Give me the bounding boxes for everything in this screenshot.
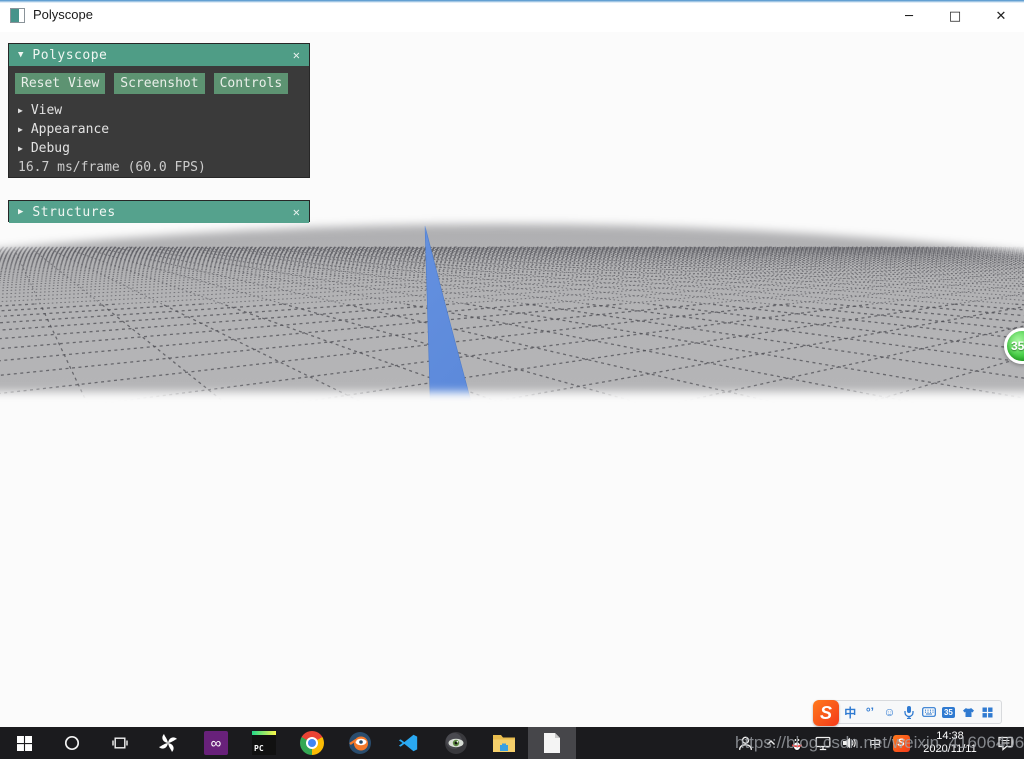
recorder-count: 35 — [1011, 339, 1024, 353]
emoji-icon[interactable]: ☺ — [882, 703, 897, 721]
taskbar-apps: ∞ PC — [0, 727, 576, 759]
hidden-icons-chevron[interactable] — [758, 727, 784, 759]
volume-tray-icon[interactable] — [836, 727, 862, 759]
chrome-icon — [300, 731, 324, 755]
blender-button[interactable] — [336, 727, 384, 759]
badge-35-label: 35 — [942, 707, 955, 718]
taskbar-clock[interactable]: 14:38 2020/11/11 — [914, 730, 986, 756]
visual-studio-icon: ∞ — [204, 731, 228, 755]
sogou-tray-icon[interactable]: S — [888, 727, 914, 759]
polyscope-panel-body: Reset View Screenshot Controls ▶ View ▶ … — [9, 66, 309, 177]
structures-panel-title: Structures — [32, 205, 292, 220]
pycharm-icon: PC — [252, 731, 276, 755]
chrome-button[interactable] — [288, 727, 336, 759]
window-accent-border — [0, 0, 1024, 3]
polyscope-panel-title: Polyscope — [32, 48, 292, 63]
screenshot-button[interactable]: Screenshot — [114, 73, 204, 94]
pycharm-label: PC — [252, 744, 264, 755]
people-icon[interactable] — [732, 727, 758, 759]
expand-arrow-icon[interactable]: ▶ — [18, 106, 23, 115]
clock-time: 14:38 — [914, 730, 986, 743]
desktop: Polyscope ─ □ ✕ — [0, 0, 1024, 759]
tree-item-debug[interactable]: ▶ Debug — [15, 139, 303, 158]
collapse-arrow-icon[interactable]: ▼ — [18, 50, 23, 60]
minimize-button[interactable]: ─ — [886, 0, 932, 32]
panel-button-row: Reset View Screenshot Controls — [15, 73, 303, 94]
search-ring-icon — [64, 735, 80, 751]
expand-arrow-icon[interactable]: ▶ — [18, 144, 23, 153]
file-explorer-button[interactable] — [480, 727, 528, 759]
display-tray-icon[interactable] — [810, 727, 836, 759]
microphone-icon[interactable] — [902, 703, 917, 721]
polyscope-panel-header[interactable]: ▼ Polyscope ✕ — [9, 44, 309, 66]
tree-item-label: View — [31, 103, 62, 118]
eye-app-button[interactable] — [432, 727, 480, 759]
windows-taskbar: ∞ PC — [0, 727, 1024, 759]
vs-glyph: ∞ — [211, 735, 222, 752]
search-button[interactable] — [48, 727, 96, 759]
visual-studio-button[interactable]: ∞ — [192, 727, 240, 759]
eye-orb-icon — [444, 731, 468, 755]
qq-tray-icon[interactable] — [784, 727, 810, 759]
vscode-button[interactable] — [384, 727, 432, 759]
skin-shirt-icon[interactable] — [961, 703, 976, 721]
structures-panel: ▶ Structures ✕ — [8, 200, 310, 222]
document-icon — [543, 732, 561, 754]
blender-icon — [348, 731, 372, 755]
sogou-input-toolbar: S 中 °’ ☺ 35 — [816, 700, 1002, 724]
windows-logo-icon — [17, 736, 32, 751]
taskbar-tray: 中 S 14:38 2020/11/11 — [732, 727, 1024, 759]
pycharm-button[interactable]: PC — [240, 727, 288, 759]
maximize-button[interactable]: □ — [932, 0, 978, 32]
sogou-s-glyph: S — [893, 735, 910, 752]
window-titlebar: Polyscope ─ □ ✕ — [0, 0, 1024, 32]
badge-35-icon[interactable]: 35 — [941, 703, 956, 721]
sogou-logo-icon[interactable]: S — [813, 700, 839, 726]
tree-item-view[interactable]: ▶ View — [15, 101, 303, 120]
pinwheel-app-button[interactable] — [144, 727, 192, 759]
close-button[interactable]: ✕ — [978, 0, 1024, 32]
task-view-button[interactable] — [96, 727, 144, 759]
tree-item-label: Appearance — [31, 122, 109, 137]
pinwheel-icon — [156, 731, 180, 755]
keyboard-icon[interactable] — [922, 703, 937, 721]
start-button[interactable] — [0, 727, 48, 759]
expand-arrow-icon[interactable]: ▶ — [18, 125, 23, 134]
input-mode-chinese-icon[interactable]: 中 — [843, 703, 858, 721]
fps-readout: 16.7 ms/frame (60.0 FPS) — [15, 158, 303, 177]
polyscope-taskbar-button[interactable] — [528, 727, 576, 759]
polyscope-panel: ▼ Polyscope ✕ Reset View Screenshot Cont… — [8, 43, 310, 178]
app-window-icon — [10, 8, 25, 23]
toolbox-grid-icon[interactable] — [980, 703, 995, 721]
action-center-button[interactable] — [986, 727, 1024, 759]
collapse-arrow-icon[interactable]: ▶ — [18, 207, 23, 217]
task-view-icon — [112, 735, 128, 751]
punctuation-mode-icon[interactable]: °’ — [863, 703, 878, 721]
polyscope-panel-close-icon[interactable]: ✕ — [293, 48, 300, 62]
vscode-icon — [397, 732, 419, 754]
window-controls: ─ □ ✕ — [886, 0, 1024, 32]
tree-item-label: Debug — [31, 141, 70, 156]
controls-button[interactable]: Controls — [214, 73, 289, 94]
input-mode-tray-indicator[interactable]: 中 — [862, 727, 888, 759]
structures-panel-header[interactable]: ▶ Structures ✕ — [9, 201, 309, 223]
window-title: Polyscope — [33, 7, 93, 22]
clock-date: 2020/11/11 — [914, 743, 986, 756]
tree-item-appearance[interactable]: ▶ Appearance — [15, 120, 303, 139]
file-explorer-icon — [492, 732, 516, 754]
reset-view-button[interactable]: Reset View — [15, 73, 105, 94]
structures-panel-close-icon[interactable]: ✕ — [293, 205, 300, 219]
